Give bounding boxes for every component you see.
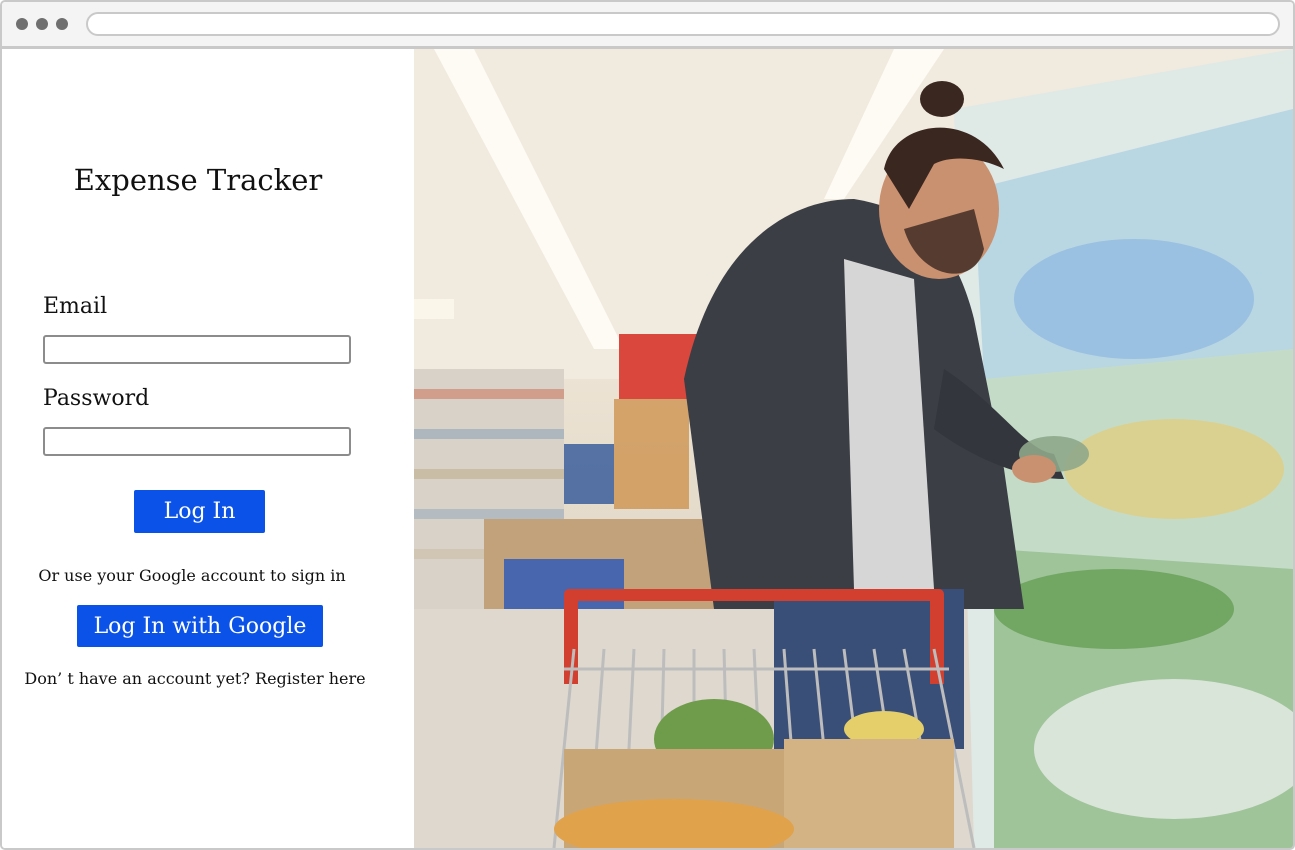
- login-button[interactable]: Log In: [134, 490, 265, 533]
- app-title: Expense Tracker: [73, 163, 323, 197]
- password-field[interactable]: [43, 427, 351, 456]
- browser-window: Expense Tracker Email Password Log In Or…: [0, 0, 1295, 850]
- email-field[interactable]: [43, 335, 351, 364]
- login-panel: Expense Tracker Email Password Log In Or…: [2, 49, 414, 848]
- address-bar[interactable]: [86, 12, 1280, 36]
- supermarket-photo: [414, 49, 1293, 848]
- alternative-signin-text: Or use your Google account to sign in: [38, 566, 346, 585]
- browser-titlebar: [2, 2, 1293, 49]
- register-link[interactable]: Don’ t have an account yet? Register her…: [2, 669, 388, 688]
- window-control-dot[interactable]: [16, 18, 28, 30]
- google-login-button[interactable]: Log In with Google: [77, 605, 323, 647]
- email-label: Email: [43, 294, 108, 319]
- password-label: Password: [43, 386, 150, 411]
- shopping-cart-handle: [564, 589, 944, 601]
- window-control-dot[interactable]: [36, 18, 48, 30]
- window-control-dot[interactable]: [56, 18, 68, 30]
